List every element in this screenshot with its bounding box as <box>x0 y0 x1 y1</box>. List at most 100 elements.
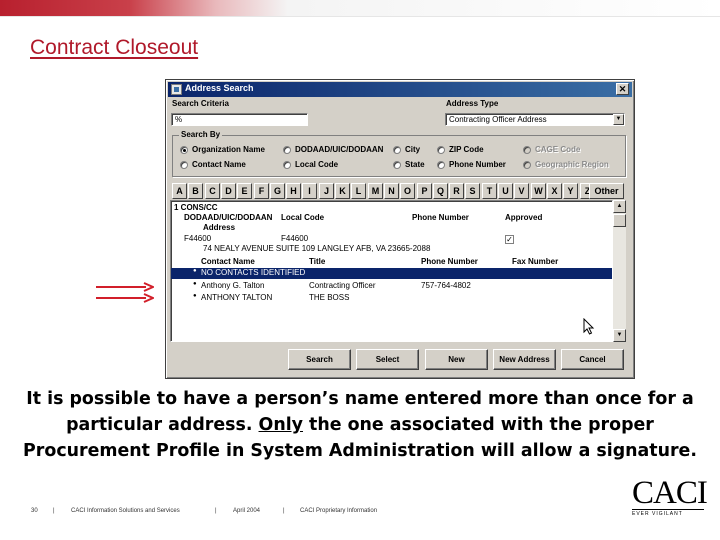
dialog-titlebar[interactable]: Address Search ✕ <box>168 82 632 97</box>
bullet-icon: ● <box>193 268 197 274</box>
chevron-down-icon[interactable]: ▼ <box>613 114 624 125</box>
header-divider <box>0 16 720 17</box>
footer-page-number: 30 <box>31 508 38 514</box>
letter-button-i[interactable]: I <box>302 183 317 199</box>
radio-geographic-region <box>523 161 531 169</box>
radio-state[interactable] <box>393 161 401 169</box>
letter-button-u[interactable]: U <box>498 183 513 199</box>
address-line-row[interactable]: 74 NEALY AVENUE SUITE 109 LANGLEY AFB, V… <box>171 244 612 255</box>
logo-mark: CACI <box>632 475 708 511</box>
col-address: Address <box>203 223 236 232</box>
letter-button-r[interactable]: R <box>449 183 464 199</box>
scroll-down-icon[interactable]: ▼ <box>613 329 626 342</box>
address-local-code: F44600 <box>281 234 309 243</box>
contact-name: NO CONTACTS IDENTIFIED <box>201 268 306 277</box>
col-title: Title <box>309 257 326 266</box>
letter-button-f[interactable]: F <box>254 183 269 199</box>
bullet-icon: ● <box>193 281 197 287</box>
letter-button-e[interactable]: E <box>237 183 252 199</box>
radio-label-organization-name[interactable]: Organization Name <box>192 145 265 154</box>
result-group-title: 1 CONS/CC <box>174 203 218 212</box>
address-type-select[interactable]: Contracting Officer Address ▼ <box>445 113 625 126</box>
red-arrow-icon <box>96 293 154 303</box>
contact-name: Anthony G. Talton <box>201 281 265 290</box>
contact-row[interactable]: ● ANTHONY TALTON THE BOSS <box>171 293 612 304</box>
bullet-icon: ● <box>193 293 197 299</box>
letter-button-g[interactable]: G <box>270 183 285 199</box>
letter-button-s[interactable]: S <box>465 183 480 199</box>
new-address-button[interactable]: New Address <box>493 349 556 370</box>
radio-phone-number[interactable] <box>437 161 445 169</box>
radio-city[interactable] <box>393 146 401 154</box>
search-criteria-label: Search Criteria <box>172 99 229 108</box>
letter-button-n[interactable]: N <box>384 183 399 199</box>
footer-date: April 2004 <box>233 508 261 514</box>
letter-button-y[interactable]: Y <box>563 183 578 199</box>
letter-button-d[interactable]: D <box>221 183 236 199</box>
letter-button-h[interactable]: H <box>286 183 301 199</box>
slide-caption: It is possible to have a person’s name e… <box>20 386 700 464</box>
letter-button-j[interactable]: J <box>319 183 334 199</box>
caci-logo: CACI EVER VIGILANT <box>632 475 708 517</box>
contact-header-row: Contact Name Title Phone Number Fax Numb… <box>171 257 612 268</box>
letter-button-a[interactable]: A <box>172 183 187 199</box>
radio-contact-name[interactable] <box>180 161 188 169</box>
mouse-cursor-icon <box>583 318 595 335</box>
radio-label-dodaad[interactable]: DODAAD/UIC/DODAAN <box>295 145 383 154</box>
col-phone: Phone Number <box>412 213 469 222</box>
letter-button-other[interactable]: Other <box>589 183 624 199</box>
cancel-button[interactable]: Cancel <box>561 349 624 370</box>
footer-separator: | <box>215 508 217 514</box>
radio-organization-name[interactable] <box>180 146 188 154</box>
letter-button-b[interactable]: B <box>188 183 203 199</box>
radio-label-phone-number[interactable]: Phone Number <box>449 160 506 169</box>
col-contact-phone: Phone Number <box>421 257 478 266</box>
letter-button-c[interactable]: C <box>205 183 220 199</box>
header-band <box>0 0 720 16</box>
contact-row[interactable]: ● Anthony G. Talton Contracting Officer … <box>171 281 612 292</box>
contact-row-selected[interactable]: ● NO CONTACTS IDENTIFIED <box>171 268 612 279</box>
radio-label-contact-name[interactable]: Contact Name <box>192 160 246 169</box>
scroll-thumb[interactable] <box>613 214 626 227</box>
footer-separator: | <box>53 508 55 514</box>
footer-company: CACI Information Solutions and Services <box>71 508 180 514</box>
radio-label-state[interactable]: State <box>405 160 425 169</box>
search-criteria-input[interactable]: % <box>171 113 308 126</box>
search-by-label: Search By <box>179 130 223 139</box>
letter-button-k[interactable]: K <box>335 183 350 199</box>
letter-button-q[interactable]: Q <box>433 183 448 199</box>
radio-label-city[interactable]: City <box>405 145 420 154</box>
letter-button-t[interactable]: T <box>482 183 497 199</box>
letter-button-x[interactable]: X <box>547 183 562 199</box>
dialog-title: Address Search <box>185 83 254 93</box>
results-scrollbar[interactable]: ▲ ▼ <box>613 200 626 342</box>
radio-dodaad[interactable] <box>283 146 291 154</box>
contact-title: Contracting Officer <box>309 281 376 290</box>
radio-local-code[interactable] <box>283 161 291 169</box>
radio-zip-code[interactable] <box>437 146 445 154</box>
letter-button-p[interactable]: P <box>417 183 432 199</box>
select-button[interactable]: Select <box>356 349 419 370</box>
footer-separator: | <box>283 508 285 514</box>
close-button[interactable]: ✕ <box>616 83 629 95</box>
radio-label-local-code[interactable]: Local Code <box>295 160 338 169</box>
letter-button-w[interactable]: W <box>531 183 546 199</box>
approved-checkbox[interactable]: ✓ <box>505 235 514 244</box>
slide-title: Contract Closeout <box>30 36 199 59</box>
address-subheader-row: Address <box>171 223 612 234</box>
address-type-value: Contracting Officer Address <box>449 115 547 124</box>
col-approved: Approved <box>505 213 543 222</box>
letter-button-l[interactable]: L <box>351 183 366 199</box>
letter-button-v[interactable]: V <box>514 183 529 199</box>
search-by-group <box>172 135 626 177</box>
window-icon <box>171 84 182 95</box>
new-button[interactable]: New <box>425 349 488 370</box>
search-button[interactable]: Search <box>288 349 351 370</box>
results-list[interactable]: 1 CONS/CC DODAAD/UIC/DODAAN Local Code P… <box>170 200 613 342</box>
col-dodaad: DODAAD/UIC/DODAAN <box>184 213 273 222</box>
radio-label-zip-code[interactable]: ZIP Code <box>449 145 484 154</box>
letter-button-m[interactable]: M <box>368 183 383 199</box>
red-arrow-icon <box>96 282 154 292</box>
letter-button-o[interactable]: O <box>400 183 415 199</box>
scroll-up-icon[interactable]: ▲ <box>613 200 626 213</box>
